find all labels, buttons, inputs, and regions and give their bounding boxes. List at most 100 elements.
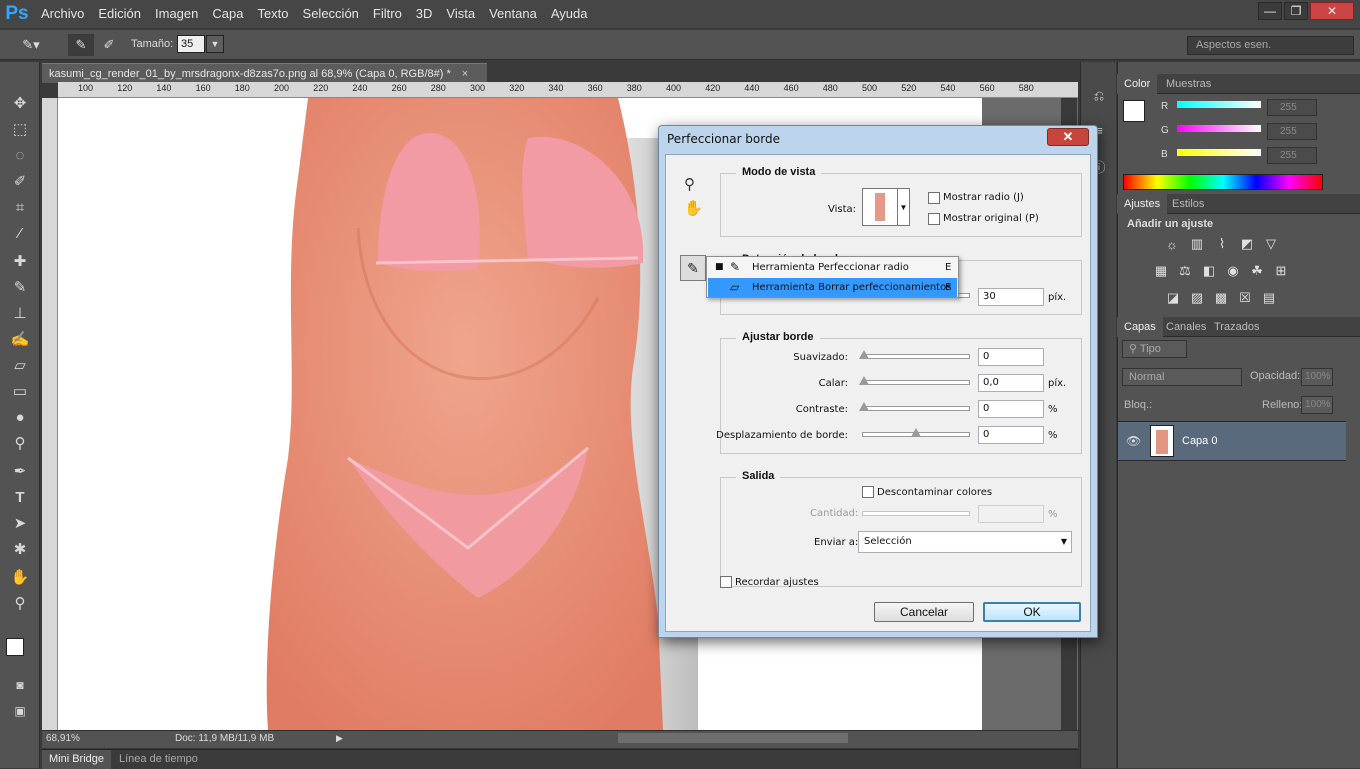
invert-icon[interactable]: ◪ <box>1164 290 1182 306</box>
healing-brush-tool-icon[interactable]: ✚ <box>9 250 31 272</box>
quick-mask-icon[interactable]: ◙ <box>9 674 31 696</box>
layer-filter-select[interactable]: ⚲ Tipo <box>1122 340 1187 358</box>
clone-stamp-tool-icon[interactable]: ⊥ <box>9 302 31 324</box>
minimize-button[interactable]: — <box>1258 2 1282 20</box>
menu-imagen[interactable]: Imagen <box>148 0 205 28</box>
workspace-selector[interactable]: Aspectos esen. <box>1187 36 1354 55</box>
eyedropper-tool-icon[interactable]: ⁄ <box>9 222 31 244</box>
mini-bridge-tab[interactable]: Mini Bridge <box>42 750 112 769</box>
color-lookup-icon[interactable]: ⊞ <box>1272 263 1290 279</box>
tab-layers[interactable]: Capas <box>1117 317 1163 337</box>
view-dropdown-icon[interactable]: ▼ <box>897 189 909 225</box>
crop-tool-icon[interactable]: ⌗ <box>9 196 31 218</box>
adjust-row-slider-knob[interactable] <box>859 350 869 359</box>
document-tab[interactable]: kasumi_cg_render_01_by_mrsdragonx-d8zas7… <box>42 63 487 83</box>
size-dropdown-icon[interactable]: ▼ <box>206 35 224 53</box>
marquee-tool-icon[interactable]: ⬚ <box>9 118 31 140</box>
tab-swatches[interactable]: Muestras <box>1159 74 1218 94</box>
levels-icon[interactable]: ▥ <box>1188 236 1206 252</box>
photo-filter-icon[interactable]: ◉ <box>1224 263 1242 279</box>
adjust-row-slider[interactable] <box>862 380 970 385</box>
show-original-checkbox[interactable] <box>928 213 940 225</box>
adjust-row-input[interactable]: 0,0 <box>978 374 1044 392</box>
hand-icon[interactable]: ✋ <box>684 199 703 217</box>
vibrance-icon[interactable]: ▽ <box>1262 236 1280 252</box>
refine-radius-tool-item[interactable]: ■ ✎ Herramienta Perfeccionar radio E <box>708 258 957 277</box>
tab-adjustments[interactable]: Ajustes <box>1117 194 1168 214</box>
close-document-icon[interactable]: × <box>462 68 468 80</box>
adjust-row-input[interactable]: 0 <box>978 348 1044 366</box>
blur-tool-icon[interactable]: ● <box>9 406 31 428</box>
posterize-icon[interactable]: ▨ <box>1188 290 1206 306</box>
menu-vista[interactable]: Vista <box>439 0 482 28</box>
brush-tool-icon[interactable]: ✎ <box>9 276 31 298</box>
blend-mode-select[interactable]: Normal <box>1122 368 1242 386</box>
black-white-icon[interactable]: ◧ <box>1200 263 1218 279</box>
erase-refinements-tool-icon[interactable]: ✐ <box>96 34 122 56</box>
adjust-row-input[interactable]: 0 <box>978 400 1044 418</box>
size-input[interactable]: 35 <box>177 35 205 53</box>
send-to-dropdown-icon[interactable]: ▼ <box>1061 532 1067 552</box>
menu-texto[interactable]: Texto <box>250 0 295 28</box>
refine-radius-tool-icon[interactable]: ✎ <box>68 34 94 56</box>
type-tool-icon[interactable]: T <box>9 486 31 508</box>
show-radius-checkbox[interactable] <box>928 192 940 204</box>
erase-refinements-tool-item[interactable]: ▱ Herramienta Borrar perfeccionamientos E <box>708 278 957 297</box>
color-channel-value[interactable]: 255 <box>1267 123 1317 140</box>
color-balance-icon[interactable]: ⚖ <box>1176 263 1194 279</box>
cancel-button[interactable]: Cancelar <box>874 602 974 622</box>
dodge-tool-icon[interactable]: ⚲ <box>9 432 31 454</box>
restore-button[interactable]: ❐ <box>1284 2 1308 20</box>
move-tool-icon[interactable]: ✥ <box>9 92 31 114</box>
opacity-input[interactable]: 100% <box>1301 368 1333 386</box>
close-window-button[interactable]: ✕ <box>1310 2 1354 20</box>
horizontal-scrollbar-thumb[interactable] <box>618 733 848 743</box>
tab-styles[interactable]: Estilos <box>1165 194 1211 214</box>
radius-input[interactable]: 30 <box>978 288 1044 306</box>
layer-name[interactable]: Capa 0 <box>1182 435 1217 447</box>
gradient-map-icon[interactable]: ▤ <box>1260 290 1278 306</box>
refine-radius-button[interactable]: ✎ <box>680 255 706 281</box>
view-thumbnail-select[interactable]: ▼ <box>862 188 910 226</box>
remember-settings-checkbox[interactable] <box>720 576 732 588</box>
brightness-icon[interactable]: ☼ <box>1163 236 1181 252</box>
menu-capa[interactable]: Capa <box>205 0 250 28</box>
menu-ventana[interactable]: Ventana <box>482 0 544 28</box>
channel-mixer-icon[interactable]: ☘ <box>1248 263 1266 279</box>
menu-archivo[interactable]: Archivo <box>34 0 91 28</box>
menu-ayuda[interactable]: Ayuda <box>544 0 595 28</box>
menu-filtro[interactable]: Filtro <box>366 0 409 28</box>
tab-color[interactable]: Color <box>1117 74 1158 94</box>
eraser-tool-icon[interactable]: ▱ <box>9 354 31 376</box>
color-channel-slider[interactable] <box>1177 149 1261 156</box>
foreground-color-chip[interactable] <box>1123 100 1145 122</box>
shape-tool-icon[interactable]: ✱ <box>9 538 31 560</box>
adjust-row-slider[interactable] <box>862 354 970 359</box>
dialog-close-button[interactable]: ✕ <box>1047 128 1089 146</box>
adjust-row-slider-knob[interactable] <box>859 402 869 411</box>
decontaminate-checkbox[interactable] <box>862 486 874 498</box>
lasso-tool-icon[interactable]: ◌ <box>9 144 31 166</box>
threshold-icon[interactable]: ▩ <box>1212 290 1230 306</box>
tab-channels[interactable]: Canales <box>1159 317 1213 337</box>
selective-color-icon[interactable]: ☒ <box>1236 290 1254 306</box>
adjust-row-input[interactable]: 0 <box>978 426 1044 444</box>
zoom-icon[interactable]: ⚲ <box>684 175 695 193</box>
adjust-row-slider-knob[interactable] <box>911 428 921 437</box>
brush-preset-icon[interactable]: ✎▾ <box>18 34 44 56</box>
foreground-color-swatch[interactable] <box>6 638 24 656</box>
hand-tool-icon[interactable]: ✋ <box>9 566 31 588</box>
visibility-eye-icon[interactable]: 👁 <box>1126 434 1141 448</box>
fill-input[interactable]: 100% <box>1301 396 1333 414</box>
screen-mode-icon[interactable]: ▣ <box>9 700 31 722</box>
status-menu-icon[interactable]: ▶ <box>336 733 343 744</box>
color-channel-slider[interactable] <box>1177 101 1261 108</box>
timeline-tab[interactable]: Línea de tiempo <box>112 750 205 768</box>
zoom-tool-icon[interactable]: ⚲ <box>9 592 31 614</box>
color-channel-slider[interactable] <box>1177 125 1261 132</box>
ok-button[interactable]: OK <box>983 602 1081 622</box>
menu-edicion[interactable]: Edición <box>91 0 148 28</box>
hue-saturation-icon[interactable]: ▦ <box>1152 263 1170 279</box>
zoom-level[interactable]: 68,91% <box>46 733 80 744</box>
history-brush-tool-icon[interactable]: ✍ <box>9 328 31 350</box>
